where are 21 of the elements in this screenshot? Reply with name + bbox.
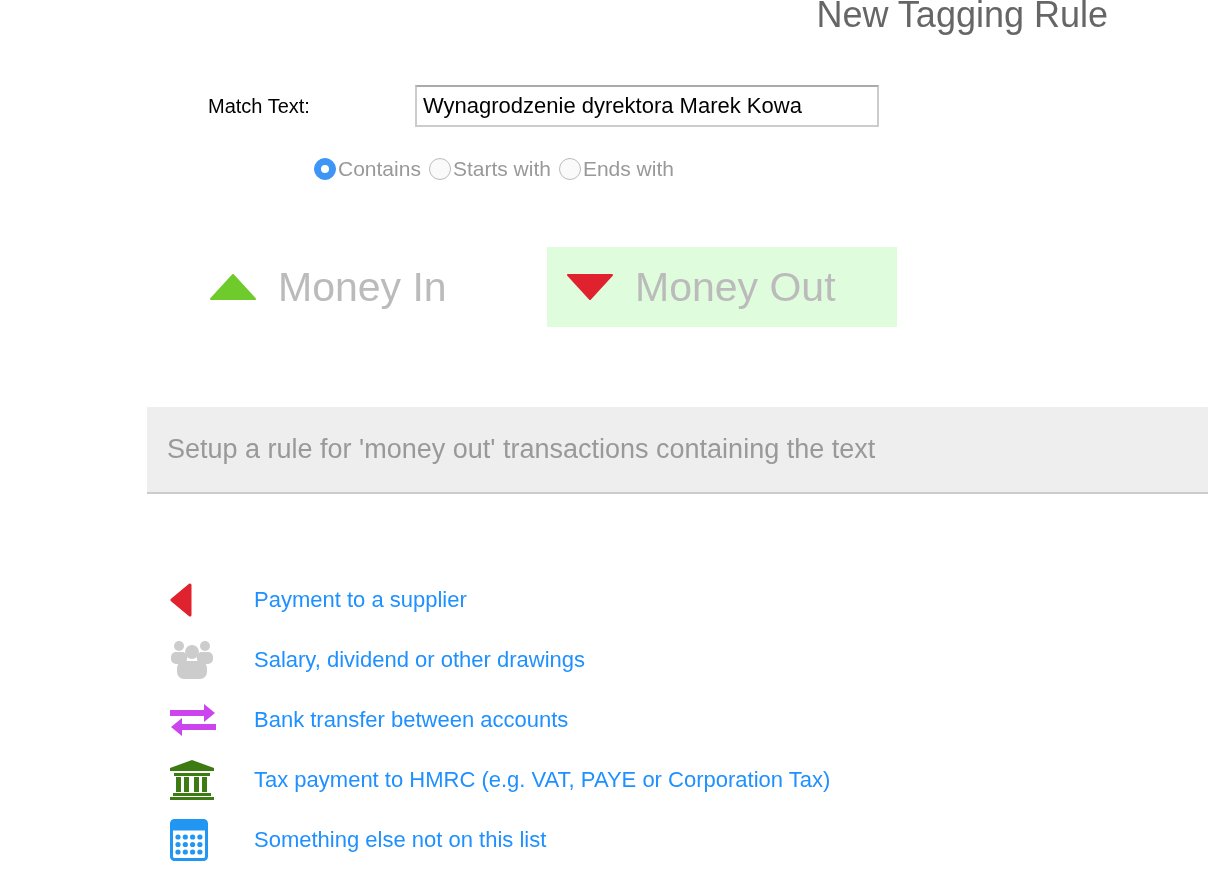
people-icon: [170, 640, 214, 680]
info-banner: Setup a rule for 'money out' transactions containing the text: [147, 407, 1208, 494]
match-mode-radio[interactable]: Contains: [314, 157, 421, 181]
direction-toggle[interactable]: Money Out: [547, 247, 897, 327]
swap-arrows-icon: [170, 703, 216, 737]
category-link[interactable]: Tax payment to HMRC (e.g. VAT, PAYE or Corporation Tax): [254, 767, 831, 793]
bank-building-icon: [170, 760, 214, 800]
category-link[interactable]: Payment to a supplier: [254, 587, 467, 613]
match-text-field[interactable]: Wynagrodzenie dyrektora Marek Kowa: [415, 85, 879, 127]
category-link[interactable]: Bank transfer between accounts: [254, 707, 569, 733]
match-mode-radio[interactable]: Ends with: [558, 157, 674, 181]
down-triangle-icon: [567, 274, 613, 300]
category-link[interactable]: Something else not on this list: [254, 827, 547, 853]
match-mode-radio[interactable]: Starts with: [428, 157, 551, 181]
page-title: New Tagging Rule: [816, 0, 1108, 37]
field-label: Match Text:: [208, 94, 311, 118]
up-triangle-icon: [210, 274, 256, 300]
category-link[interactable]: Salary, dividend or other drawings: [254, 647, 585, 673]
left-triangle-icon: [170, 583, 192, 617]
direction-toggle[interactable]: Money In: [190, 247, 540, 327]
calculator-icon: [170, 819, 208, 861]
